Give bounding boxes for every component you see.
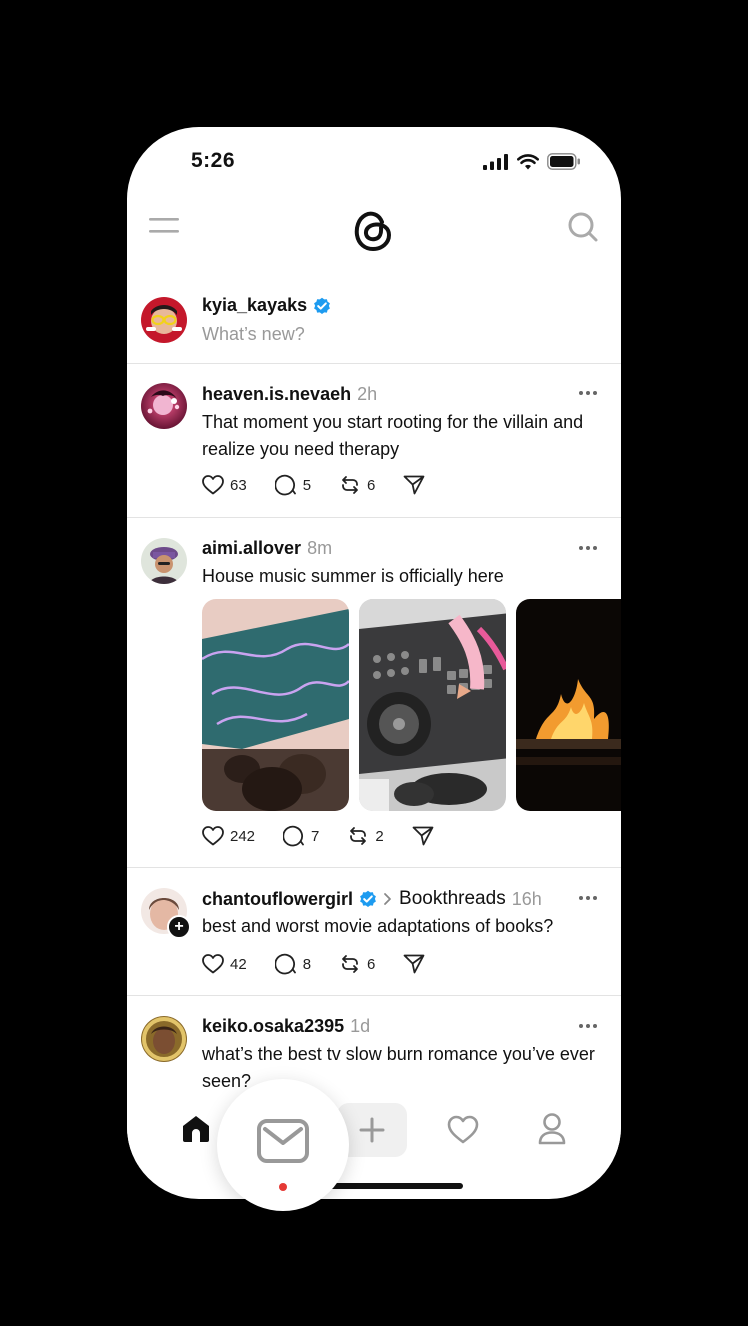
repost-button[interactable]: 6 <box>339 953 375 975</box>
post-header: chantouflowergirl Bookthreads 16h <box>202 888 542 910</box>
repost-count: 6 <box>367 955 376 973</box>
post-actions: 242 7 2 <box>202 825 462 847</box>
post-username[interactable]: keiko.osaka2395 <box>202 1016 344 1037</box>
share-button[interactable] <box>403 475 425 495</box>
post: heaven.is.nevaeh 2h That moment you star… <box>127 364 621 518</box>
follow-plus-icon[interactable]: + <box>167 915 191 939</box>
bottom-nav <box>127 1095 621 1165</box>
share-icon <box>403 475 425 495</box>
comment-icon <box>274 953 296 975</box>
mail-icon <box>257 1119 309 1163</box>
profile-icon[interactable] <box>537 1112 567 1146</box>
post-text: best and worst movie adaptations of book… <box>202 916 554 936</box>
composer[interactable]: kyia_kayaks What’s new? <box>127 287 621 364</box>
like-button[interactable]: 63 <box>202 475 247 495</box>
heart-icon <box>202 826 224 846</box>
post-actions: 63 5 6 <box>202 474 453 496</box>
status-time: 5:26 <box>191 149 236 172</box>
mail-button[interactable] <box>217 1079 349 1211</box>
signal-icon <box>483 153 508 170</box>
heart-icon <box>202 954 224 974</box>
repost-button[interactable]: 2 <box>347 825 384 847</box>
chevron-right-icon <box>384 893 391 905</box>
avatar[interactable] <box>141 1016 187 1062</box>
post: + chantouflowergirl Bookthreads 16h best… <box>127 868 621 996</box>
post-timestamp: 8m <box>307 538 333 558</box>
like-button[interactable]: 42 <box>202 954 247 974</box>
home-icon[interactable] <box>180 1114 212 1144</box>
more-icon[interactable] <box>579 1024 597 1028</box>
post-username[interactable]: heaven.is.nevaeh <box>202 384 351 405</box>
heart-icon <box>202 475 224 495</box>
like-count: 242 <box>230 827 256 845</box>
avatar[interactable] <box>141 383 187 429</box>
menu-icon[interactable] <box>149 217 179 235</box>
avatar[interactable] <box>141 538 187 584</box>
phone-screen: 5:26 kyia_kayaks What’s new? heaven.is.n… <box>127 127 621 1199</box>
like-count: 42 <box>230 955 247 973</box>
comment-icon <box>283 825 304 847</box>
pool-party-image[interactable] <box>202 599 349 811</box>
share-button[interactable] <box>412 826 434 846</box>
threads-logo[interactable] <box>352 206 394 252</box>
post-header: aimi.allover 8m <box>202 538 332 559</box>
status-bar: 5:26 <box>127 127 621 199</box>
repost-icon <box>350 827 367 845</box>
battery-icon <box>547 153 580 170</box>
post-timestamp: 2h <box>357 384 378 404</box>
wifi-icon <box>517 153 539 169</box>
repost-count: 6 <box>367 476 376 494</box>
reply-count: 8 <box>302 955 312 973</box>
media-carousel[interactable] <box>202 599 621 811</box>
post-username[interactable]: aimi.allover <box>202 538 301 559</box>
fire-image[interactable] <box>516 599 621 811</box>
verified-icon <box>360 890 376 907</box>
reply-count: 7 <box>311 827 320 845</box>
repost-icon <box>342 955 358 973</box>
search-icon[interactable] <box>567 211 599 243</box>
dj-controller-image[interactable] <box>359 599 506 811</box>
post-header: heaven.is.nevaeh 2h <box>202 384 377 405</box>
post-actions: 42 8 6 <box>202 953 453 975</box>
composer-placeholder[interactable]: What’s new? <box>202 324 305 345</box>
post-timestamp: 1d <box>350 1016 371 1036</box>
share-button[interactable] <box>403 954 425 974</box>
share-icon <box>403 954 425 974</box>
repost-count: 2 <box>375 827 384 845</box>
repost-icon <box>342 476 358 494</box>
repost-button[interactable]: 6 <box>339 474 375 496</box>
reply-button[interactable]: 8 <box>274 953 312 975</box>
share-icon <box>412 826 434 846</box>
post-topic[interactable]: Bookthreads <box>399 888 506 910</box>
like-button[interactable]: 242 <box>202 826 255 846</box>
more-icon[interactable] <box>579 391 597 395</box>
like-count: 63 <box>230 476 247 494</box>
composer-username[interactable]: kyia_kayaks <box>202 295 307 316</box>
post-timestamp: 16h <box>511 888 542 909</box>
avatar <box>141 297 187 343</box>
post-username[interactable]: chantouflowergirl <box>202 889 353 910</box>
post-header: keiko.osaka2395 1d <box>202 1016 370 1037</box>
composer-header: kyia_kayaks <box>202 295 331 316</box>
more-icon[interactable] <box>579 896 597 900</box>
comment-icon <box>274 474 296 496</box>
post-text: That moment you start rooting for the vi… <box>202 412 584 459</box>
reply-button[interactable]: 5 <box>274 474 312 496</box>
reply-count: 5 <box>302 476 312 494</box>
reply-button[interactable]: 7 <box>283 825 319 847</box>
status-icons <box>483 153 581 170</box>
heart-icon[interactable] <box>447 1115 479 1145</box>
top-bar <box>127 199 621 259</box>
more-icon[interactable] <box>579 546 597 550</box>
post-text: House music summer is officially here <box>202 566 504 586</box>
notification-dot <box>279 1183 287 1191</box>
verified-icon <box>314 297 331 314</box>
post: keiko.osaka2395 1d what’s the best tv sl… <box>127 996 621 1095</box>
